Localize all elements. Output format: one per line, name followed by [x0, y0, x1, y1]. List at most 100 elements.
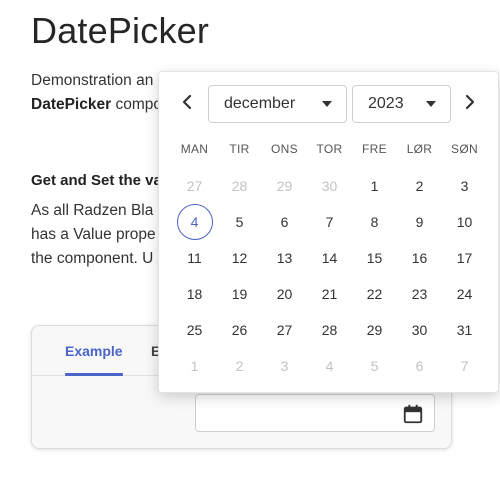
- page-title: DatePicker: [31, 10, 210, 51]
- day-number: 30: [321, 178, 338, 194]
- day-number: 8: [370, 214, 379, 230]
- day-cell[interactable]: 14: [307, 240, 352, 276]
- intro-line-1: Demonstration an: [31, 72, 154, 89]
- weekday-label: LØR: [406, 142, 433, 156]
- day-number: 17: [456, 250, 473, 266]
- day-number: 29: [366, 322, 383, 338]
- day-cell-other-month[interactable]: 30: [307, 168, 352, 204]
- day-cell[interactable]: 27: [262, 312, 307, 348]
- day-cell-selected[interactable]: 4: [172, 204, 217, 240]
- day-number: 6: [280, 214, 289, 230]
- section-line: the component. U: [31, 250, 154, 267]
- day-cell-other-month[interactable]: 5: [352, 348, 397, 384]
- day-number: 1: [190, 358, 199, 374]
- day-number: 7: [325, 214, 334, 230]
- section-line: has a Value prope: [31, 226, 156, 243]
- day-cell[interactable]: 10: [442, 204, 487, 240]
- day-number: 9: [415, 214, 424, 230]
- day-number: 27: [276, 322, 293, 338]
- month-select[interactable]: december: [208, 85, 347, 123]
- day-cell[interactable]: 22: [352, 276, 397, 312]
- datepicker-input[interactable]: [195, 394, 435, 432]
- day-number: 16: [411, 250, 428, 266]
- day-cell-other-month[interactable]: 28: [217, 168, 262, 204]
- weekday-label: SØN: [451, 142, 478, 156]
- day-number: 29: [276, 178, 293, 194]
- day-cell[interactable]: 13: [262, 240, 307, 276]
- datepicker-popup: december 2023 MAN TIR ONS TOR FRE LØR SØ…: [158, 71, 499, 393]
- calendar-icon[interactable]: [402, 403, 424, 425]
- day-number: 5: [370, 358, 379, 374]
- day-number: 23: [411, 286, 428, 302]
- day-cell-other-month[interactable]: 7: [442, 348, 487, 384]
- chevron-right-icon[interactable]: [458, 90, 482, 114]
- month-value: december: [224, 95, 296, 112]
- day-cell[interactable]: 29: [352, 312, 397, 348]
- day-cell[interactable]: 5: [217, 204, 262, 240]
- day-cell-other-month[interactable]: 6: [397, 348, 442, 384]
- tab-example[interactable]: Example: [65, 343, 123, 376]
- day-cell[interactable]: 15: [352, 240, 397, 276]
- section-heading: Get and Set the va: [31, 172, 162, 189]
- day-number: 26: [231, 322, 248, 338]
- day-cell[interactable]: 18: [172, 276, 217, 312]
- day-number: 4: [325, 358, 334, 374]
- day-cell-other-month[interactable]: 3: [262, 348, 307, 384]
- day-cell[interactable]: 26: [217, 312, 262, 348]
- weekday-label: TOR: [316, 142, 343, 156]
- day-cell[interactable]: 17: [442, 240, 487, 276]
- day-cell[interactable]: 23: [397, 276, 442, 312]
- day-number: 28: [321, 322, 338, 338]
- day-cell-other-month[interactable]: 27: [172, 168, 217, 204]
- intro-component-name: DatePicker: [31, 96, 112, 113]
- day-cell[interactable]: 8: [352, 204, 397, 240]
- day-number: 10: [456, 214, 473, 230]
- day-number: 2: [235, 358, 244, 374]
- chevron-left-icon[interactable]: [175, 90, 199, 114]
- day-cell[interactable]: 9: [397, 204, 442, 240]
- day-cell[interactable]: 24: [442, 276, 487, 312]
- day-cell-other-month[interactable]: 1: [172, 348, 217, 384]
- day-cell-other-month[interactable]: 29: [262, 168, 307, 204]
- day-cell-other-month[interactable]: 2: [217, 348, 262, 384]
- day-number: 4: [176, 204, 213, 240]
- day-number: 3: [460, 178, 469, 194]
- day-cell[interactable]: 3: [442, 168, 487, 204]
- day-number: 20: [276, 286, 293, 302]
- day-number: 21: [321, 286, 338, 302]
- day-number: 12: [231, 250, 248, 266]
- days-grid: 27 28 29 30 1 2 3 4 5 6 7 8 9 10 11 12 13 14 15 16 17 18 19 20 2…: [172, 168, 487, 384]
- day-number: 31: [456, 322, 473, 338]
- day-cell[interactable]: 16: [397, 240, 442, 276]
- day-number: 25: [186, 322, 203, 338]
- day-number: 19: [231, 286, 248, 302]
- day-cell[interactable]: 11: [172, 240, 217, 276]
- day-number: 7: [460, 358, 469, 374]
- day-number: 27: [186, 178, 203, 194]
- day-cell[interactable]: 1: [352, 168, 397, 204]
- day-number: 2: [415, 178, 424, 194]
- day-cell[interactable]: 28: [307, 312, 352, 348]
- day-number: 18: [186, 286, 203, 302]
- section-line: As all Radzen Bla: [31, 202, 154, 219]
- day-cell[interactable]: 2: [397, 168, 442, 204]
- day-number: 15: [366, 250, 383, 266]
- day-number: 14: [321, 250, 338, 266]
- year-select[interactable]: 2023: [352, 85, 451, 123]
- day-cell[interactable]: 31: [442, 312, 487, 348]
- weekday-label: TIR: [229, 142, 250, 156]
- day-cell[interactable]: 19: [217, 276, 262, 312]
- intro-line-2: compo: [111, 96, 162, 113]
- day-cell-other-month[interactable]: 4: [307, 348, 352, 384]
- day-cell[interactable]: 6: [262, 204, 307, 240]
- day-number: 30: [411, 322, 428, 338]
- day-cell[interactable]: 7: [307, 204, 352, 240]
- day-number: 6: [415, 358, 424, 374]
- weekday-header: MAN TIR ONS TOR FRE LØR SØN: [172, 142, 487, 158]
- day-cell[interactable]: 25: [172, 312, 217, 348]
- day-cell[interactable]: 12: [217, 240, 262, 276]
- weekday-label: ONS: [271, 142, 298, 156]
- day-cell[interactable]: 21: [307, 276, 352, 312]
- day-cell[interactable]: 30: [397, 312, 442, 348]
- day-cell[interactable]: 20: [262, 276, 307, 312]
